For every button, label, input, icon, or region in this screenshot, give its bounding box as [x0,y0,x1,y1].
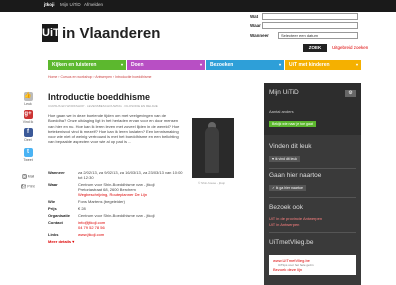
detail-value: za 2/02/13, za 9/02/13, za 16/03/13, za … [78,170,183,180]
date-select[interactable]: Selecteer een datum [278,32,358,39]
detail-row: Wanneer za 2/02/13, za 9/02/13, za 16/03/… [48,170,183,180]
waar-label: Waar [250,23,261,28]
share-leuk[interactable]: 👍 Leuk [20,92,36,106]
detail-row: Waar Centrum voor Shin-Boeddhisme vzw - j… [48,182,183,197]
visit-link-province[interactable]: UiT in de provincie Antwerpen [269,216,322,221]
uit-logo-mark[interactable]: UiT [42,24,60,42]
facebook-icon: f [23,128,33,137]
detail-value: Fons Martens (begeleider) [78,199,125,204]
nav-tab-label: UiT met kinderen [289,62,330,68]
event-photo [192,118,234,178]
advanced-search-link[interactable]: Uitgebreid zoeken [332,45,368,50]
nav-tab-label: Kijken en luisteren [52,62,97,68]
divider [269,168,356,169]
divider [269,197,356,198]
more-details-link[interactable]: Meer details ▾ [48,239,183,244]
like-title: Vinden dit leuk [269,143,312,150]
detail-row: Links www.jtkoji.com [48,232,183,237]
wanneer-label: Wanneer [250,33,269,38]
detail-value[interactable]: www.jtkoji.com [78,232,183,237]
print-icon: ⎙ [21,184,27,189]
detail-row: Prijs € 28 [48,206,183,211]
waar-input[interactable] [262,22,358,29]
nav-tab-0[interactable]: Kijken en luisteren ▾ [48,60,126,70]
monk-figure [205,127,219,173]
share-label: Vind ik [22,120,34,124]
article-intro: Hoe gaan we in deze boeiende tijden om m… [48,113,180,145]
detail-extra[interactable]: 04 79 52 78 56 [78,225,183,230]
detail-row: Organisatie Centrum voor Shin-Boeddhisme … [48,213,183,218]
google-plus-icon: g+ [23,110,33,119]
attend-button[interactable]: Bekijk wie naar je toe gaat [269,121,316,127]
uit-logo-text[interactable]: in Vlaanderen [62,25,160,42]
divider [269,232,356,233]
detail-key: Prijs [48,206,57,211]
chevron-down-icon: ▾ [120,62,123,67]
nav-tab-label: Doen [131,62,144,68]
chevron-down-icon: ▾ [278,62,281,67]
detail-row: Contact info@jtkoji.com 04 79 52 78 56 [48,220,183,230]
top-bar: jtkoji Mijn UiTiD Afmelden [0,0,396,12]
event-details: Wanneer za 2/02/13, za 9/02/13, za 16/03/… [48,170,183,246]
detail-value: Centrum voor Shin-Boeddhisme vzw - jtkoj… [78,213,155,218]
chevron-down-icon: ▾ [199,62,202,67]
share-mail[interactable]: ✉ Mail [20,174,36,179]
nav-tab-2[interactable]: Bezoeken ▾ [206,60,284,70]
detail-key: Contact [48,220,63,225]
visit-title: Bezoek ook [269,204,303,211]
share-bar: 👍 Leuk g+ Vind ik f Deel t Tweet ✉ Mail ⎙ Print [20,92,36,198]
go-title: Gaan hier naartoe [269,172,322,179]
gear-icon[interactable]: ⚙ [345,90,356,97]
share-label: Tweet [23,158,33,162]
share-label: Mail [27,174,35,179]
detail-key: Organisatie [48,213,71,218]
share-label: Leuk [24,102,32,106]
like-button[interactable]: ♥ ik vind dit leuk [269,156,301,162]
wat-input[interactable] [262,13,358,20]
detail-row: Wie Fons Martens (begeleider) [48,199,183,204]
nav-tab-1[interactable]: Doen ▾ [127,60,205,70]
wat-label: Wat [250,14,259,19]
thumbs-up-icon: 👍 [23,92,33,101]
uitmet-box: www.UiTmetVlieg.be UiTtips voor het hele… [269,255,356,275]
nav-tab-label: Bezoeken [210,62,234,68]
nav-tab-3[interactable]: UiT met kinderen ▾ [285,60,361,70]
share-print[interactable]: ⎙ Print [20,184,36,189]
detail-key: Waar [48,182,58,187]
uitmet-link2[interactable]: Bezoek deze lijn [273,267,302,272]
detail-value: € 28 [78,206,86,211]
share-vind-ik[interactable]: g+ Vind ik [20,110,36,124]
share-label: Deel [24,138,32,142]
route-link[interactable]: Wegbeschrijving, Routeplanner De Lijn [78,192,183,197]
logout-link[interactable]: Afmelden [84,2,103,7]
photo-caption: © Shin-house - jtkoji [198,181,225,185]
mail-icon: ✉ [21,174,27,179]
article-meta: CURSUS EN WORKSHOP · LEVENSBESCHOUWING ·… [48,104,158,108]
share-deel[interactable]: f Deel [20,128,36,142]
my-uit-link[interactable]: Mijn UiTiD [60,2,81,7]
twitter-icon: t [23,148,33,157]
search-button[interactable]: ZOEK [303,44,327,52]
share-label: Print [27,184,35,189]
detail-key: Wanneer [48,170,65,175]
topbar-brand: jtkoji [44,2,55,7]
breadcrumb[interactable]: Home › Cursus en workshop › Antwerpen › … [48,75,152,79]
attend-label: Aantal anders [269,109,294,114]
uitmet-title: UiTmetVlieg.be [269,239,314,246]
sidebar: Mijn UiTiD ⚙ Aantal anders Bekijk wie na… [264,83,361,285]
chevron-down-icon: ▾ [355,62,358,67]
visit-link-city[interactable]: UiT in Antwerpen [269,222,299,227]
go-button[interactable]: ✓ ik ga hier naartoe [269,185,306,191]
detail-key: Links [48,232,59,237]
my-uit-title: Mijn UiTiD [269,89,299,96]
share-tweet[interactable]: t Tweet [20,148,36,162]
page-title: Introductie boeddhisme [48,92,151,102]
detail-key: Wie [48,199,56,204]
